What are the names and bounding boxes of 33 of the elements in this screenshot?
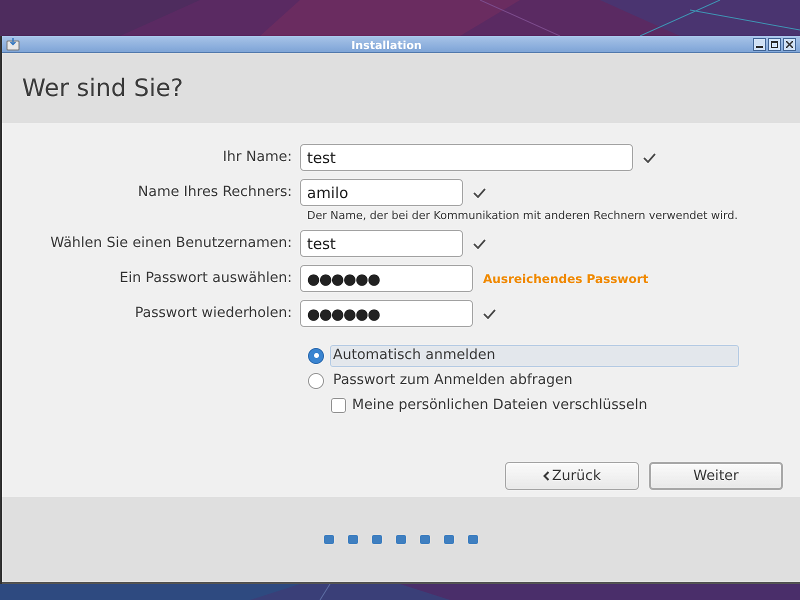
check-icon [473, 188, 486, 198]
field-label: Name Ihres Rechners: [138, 183, 292, 202]
field-hint: Der Name, der bei der Kommunikation mit anderen Rechnern verwendet wird. [307, 208, 738, 224]
check-icon [483, 308, 496, 318]
field-label: Ein Passwort auswählen: [120, 269, 292, 288]
password-field[interactable]: ●●●●●● [300, 265, 473, 292]
field-label: Wählen Sie einen Benutzernamen: [50, 234, 292, 253]
radio-label[interactable]: Automatisch anmelden [330, 344, 739, 366]
installer-icon [6, 37, 20, 51]
check-icon [643, 152, 656, 162]
text-field[interactable]: test [300, 230, 463, 257]
minimize-button[interactable] [753, 38, 766, 50]
field-label: Passwort wiederholen: [134, 304, 292, 323]
radio-label[interactable]: Passwort zum Anmelden abfragen [330, 370, 573, 391]
close-button[interactable] [783, 38, 796, 50]
text-field[interactable]: test [300, 144, 633, 171]
field-label: Ihr Name: [222, 148, 292, 167]
maximize-button[interactable] [768, 38, 781, 50]
progress-dots-icon [324, 534, 478, 544]
close-icon [786, 40, 793, 48]
checkbox-label[interactable]: Meine persönlichen Dateien verschlüsseln [352, 395, 648, 416]
page-heading: Wer sind Sie? [22, 73, 184, 104]
text-field[interactable]: amilo [300, 179, 463, 206]
password-strength: Ausreichendes Passwort [483, 270, 648, 288]
check-icon [473, 238, 486, 248]
radio-button[interactable] [308, 348, 324, 364]
window-title: Installation [351, 39, 422, 52]
checkbox[interactable] [331, 398, 346, 413]
back-button[interactable]: Zurück [505, 462, 639, 490]
password-field[interactable]: ●●●●●● [300, 300, 473, 327]
next-button[interactable]: Weiter [649, 462, 783, 490]
chevron-left-icon [543, 471, 550, 481]
radio-button[interactable] [308, 372, 324, 388]
